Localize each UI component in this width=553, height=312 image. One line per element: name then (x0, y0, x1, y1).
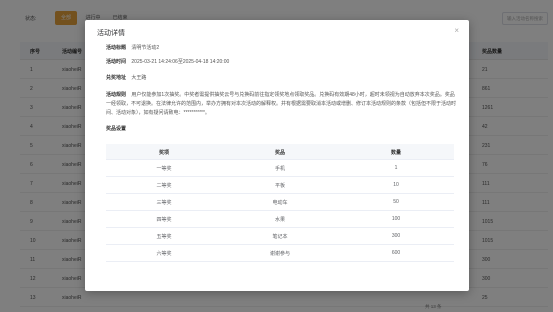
prize-row: 六等奖 谢谢参与 600 (106, 245, 454, 262)
prize-row: 四等奖 水果 100 (106, 211, 454, 228)
field-title-value: 清明节活动2 (131, 45, 160, 51)
prize-row: 一等奖 手机 1 (106, 160, 454, 177)
field-rule: 活动规则 用户仅能参加1次抽奖。中奖者需提供抽奖云号与兑换码前往指定领奖地点领取… (106, 91, 456, 118)
prize-level: 三等奖 (156, 200, 172, 206)
prize-qty: 50 (393, 199, 399, 205)
field-address-value: 大王路 (131, 75, 147, 81)
prize-row: 二等奖 平板 10 (106, 177, 454, 194)
prize-qty: 600 (391, 250, 401, 256)
prize-row: 三等奖 电动车 50 (106, 194, 454, 211)
prize-name: 谢谢参与 (269, 251, 290, 257)
prize-table-header: 奖项 奖品 数量 (106, 144, 454, 160)
prize-header-prize: 奖品 (274, 150, 285, 156)
field-address: 兑奖地址 大王路 (106, 74, 146, 82)
prize-level: 五等奖 (156, 234, 172, 240)
prize-name: 手机 (274, 166, 285, 172)
prize-level: 六等奖 (156, 251, 172, 257)
prize-table: 奖项 奖品 数量 一等奖 手机 1 二等奖 平板 10 三等奖 电动车 50 四等奖 水果 100 五等… (106, 144, 454, 262)
prize-level: 二等奖 (156, 183, 172, 189)
activity-detail-dialog: 活动详情 × 活动标题 清明节活动2 活动时间 2025-03-21 14:24… (85, 20, 469, 291)
close-icon[interactable]: × (454, 26, 459, 35)
field-rule-value: 用户仅能参加1次抽奖。中奖者需提供抽奖云号与兑换码前往指定领奖地点领取奖品。兑换… (106, 92, 457, 116)
prize-qty: 300 (391, 233, 401, 239)
field-time-value: 2025-03-21 14:24:06至2025-04-18 14:20:00 (131, 59, 230, 65)
field-rule-label: 活动规则 (106, 92, 127, 98)
prize-row: 五等奖 笔记本 300 (106, 228, 454, 245)
prize-level: 四等奖 (156, 217, 172, 223)
field-title: 活动标题 清明节活动2 (106, 44, 159, 52)
field-time-label: 活动时间 (106, 59, 127, 65)
prize-level: 一等奖 (156, 166, 172, 172)
prize-header-qty: 数量 (390, 150, 401, 156)
prize-name: 笔记本 (272, 234, 288, 240)
prize-section-title: 奖品设置 (106, 126, 127, 132)
prize-qty: 100 (391, 216, 401, 222)
field-title-label: 活动标题 (106, 45, 127, 51)
dialog-title: 活动详情 (97, 30, 125, 37)
field-time: 活动时间 2025-03-21 14:24:06至2025-04-18 14:2… (106, 58, 229, 66)
prize-header-level: 奖项 (158, 150, 169, 156)
prize-qty: 10 (393, 182, 399, 188)
field-address-label: 兑奖地址 (106, 75, 127, 81)
prize-name: 水果 (274, 217, 285, 223)
prize-name: 平板 (274, 183, 285, 189)
prize-name: 电动车 (272, 200, 288, 206)
prize-qty: 1 (394, 165, 398, 171)
